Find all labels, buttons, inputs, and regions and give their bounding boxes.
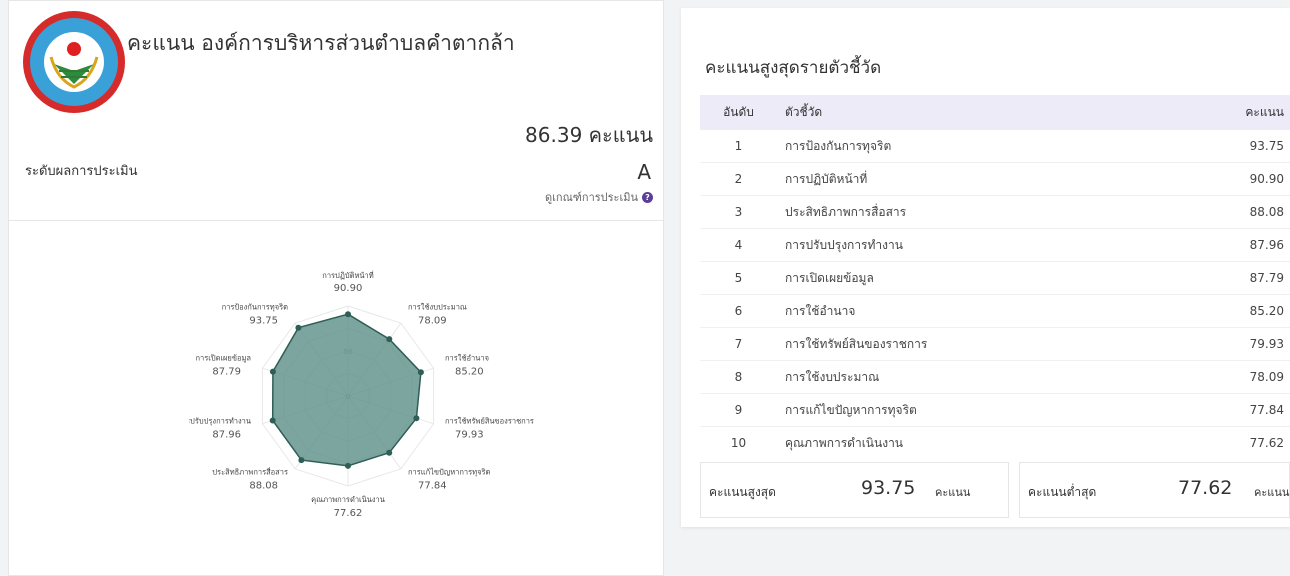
radar-value-label: 87.96 (212, 430, 241, 441)
radar-value-label: 77.62 (334, 508, 363, 519)
score-cell: 87.96 (1249, 238, 1284, 252)
table-header: อันดับ ตัวชี้วัด คะแนน (700, 95, 1290, 130)
ranking-card: คะแนนสูงสุดรายตัวชี้วัด อันดับ ตัวชี้วัด… (681, 8, 1290, 527)
page-title: คะแนน องค์การบริหารส่วนตำบลคำตากล้า (127, 31, 515, 55)
rank-cell: 2 (734, 172, 743, 186)
radar-category-label: การแก้ไขปัญหาการทุจริต (408, 468, 491, 477)
rank-cell: 10 (730, 436, 747, 450)
radar-point (345, 311, 351, 318)
radar-category-label: การใช้งบประมาณ (408, 303, 467, 312)
rank-cell: 1 (734, 139, 743, 153)
table-row: 7 การใช้ทรัพย์สินของราชการ 79.93 (700, 328, 1290, 361)
table-row: 5 การเปิดเผยข้อมูล 87.79 (700, 262, 1290, 295)
radar-point (298, 457, 305, 464)
radar-category-label: การใช้ทรัพย์สินของราชการ (445, 417, 534, 426)
indicator-cell: การใช้ทรัพย์สินของราชการ (785, 336, 928, 351)
indicator-cell: การใช้งบประมาณ (785, 369, 880, 384)
radar-point (386, 449, 393, 456)
indicator-cell: การเปิดเผยข้อมูล (785, 270, 874, 285)
radar-category-label: การปรับปรุงการทำงาน (189, 417, 251, 426)
ranking-title: คะแนนสูงสุดรายตัวชี้วัด (705, 58, 882, 78)
column-header-score: คะแนน (1245, 105, 1284, 119)
table-row: 10 คุณภาพการดำเนินงาน 77.62 (700, 427, 1290, 460)
indicator-cell: การแก้ไขปัญหาการทุจริต (785, 402, 917, 417)
table-row: 9 การแก้ไขปัญหาการทุจริต 77.84 (700, 394, 1290, 427)
radar-value-label: 87.79 (212, 367, 241, 378)
ranking-table: อันดับ ตัวชี้วัด คะแนน 1 การป้องกันการทุ… (700, 95, 1290, 459)
indicator-cell: การปรับปรุงการทำงาน (785, 237, 903, 252)
rank-cell: 6 (734, 304, 743, 318)
max-score-label: คะแนนสูงสุด (709, 485, 776, 499)
radar-category-label: การปฏิบัติหน้าที่ (322, 270, 373, 280)
table-row: 4 การปรับปรุงการทำงาน 87.96 (700, 229, 1290, 262)
score-cell: 85.20 (1249, 304, 1284, 318)
divider (9, 220, 663, 221)
indicator-cell: การใช้อำนาจ (785, 303, 856, 318)
score-cell: 88.08 (1249, 205, 1284, 219)
indicator-cell: การปฏิบัติหน้าที่ (785, 171, 868, 186)
radar-category-label: การเปิดเผยข้อมูล (196, 354, 252, 363)
radar-category-label: การป้องกันการทุจริต (222, 303, 289, 312)
radar-point (413, 415, 420, 422)
organization-seal-logo (23, 11, 125, 113)
radar-point (295, 324, 302, 331)
score-cell: 87.79 (1249, 271, 1284, 285)
rank-cell: 5 (734, 271, 743, 285)
score-cell: 78.09 (1249, 370, 1284, 384)
radar-point (417, 369, 424, 376)
radar-point (345, 462, 351, 469)
radar-point (269, 368, 276, 375)
max-score-value: 93.75 (861, 477, 916, 499)
radar-value-label: 93.75 (249, 316, 278, 327)
rank-cell: 9 (734, 403, 743, 417)
indicator-cell: ประสิทธิภาพการสื่อสาร (785, 204, 907, 219)
min-score-label: คะแนนต่ำสุด (1028, 485, 1097, 499)
radar-value-label: 90.90 (334, 283, 363, 294)
radar-category-label: คุณภาพการดำเนินงาน (311, 495, 385, 504)
assessment-level-label: ระดับผลการประเมิน (25, 164, 138, 179)
radar-value-label: 77.84 (418, 481, 447, 492)
radar-category-label: การใช้อำนาจ (445, 354, 489, 363)
rank-cell: 7 (734, 337, 743, 351)
column-header-indicator: ตัวชี้วัด (785, 105, 823, 119)
radar-point (386, 336, 393, 343)
min-score-value: 77.62 (1178, 477, 1233, 499)
radar-series-area (271, 313, 422, 467)
column-header-rank: อันดับ (723, 105, 754, 119)
indicator-cell: การป้องกันการทุจริต (785, 138, 892, 153)
total-score: 86.39 คะแนน (525, 123, 653, 147)
table-row: 1 การป้องกันการทุจริต 93.75 (700, 130, 1290, 163)
criteria-link-label: ดูเกณฑ์การประเมิน (545, 191, 638, 204)
radar-point (269, 417, 276, 424)
score-cell: 79.93 (1249, 337, 1284, 351)
table-row: 8 การใช้งบประมาณ 78.09 (700, 361, 1290, 394)
question-circle-icon: ? (642, 191, 653, 203)
score-cell: 90.90 (1249, 172, 1284, 186)
indicator-cell: คุณภาพการดำเนินงาน (785, 435, 904, 450)
radar-category-label: ประสิทธิภาพการสื่อสาร (212, 467, 288, 477)
rank-cell: 8 (734, 370, 743, 384)
score-cell: 77.84 (1249, 403, 1284, 417)
radar-value-label: 79.93 (455, 430, 484, 441)
assessment-grade: A (637, 160, 651, 184)
rank-cell: 3 (734, 205, 743, 219)
rank-cell: 4 (734, 238, 743, 252)
criteria-link[interactable]: ดูเกณฑ์การประเมิน ? (545, 188, 653, 206)
min-score-box: คะแนนต่ำสุด 77.62 คะแนน (1019, 462, 1290, 518)
score-cell: 93.75 (1249, 139, 1284, 153)
overview-card: คะแนน องค์การบริหารส่วนตำบลคำตากล้า 86.3… (8, 0, 664, 576)
min-score-unit: คะแนน (1254, 486, 1290, 499)
radar-value-label: 85.20 (455, 367, 484, 378)
max-score-unit: คะแนน (935, 486, 971, 499)
radar-value-label: 78.09 (418, 316, 447, 327)
table-row: 2 การปฏิบัติหน้าที่ 90.90 (700, 163, 1290, 196)
table-row: 3 ประสิทธิภาพการสื่อสาร 88.08 (700, 196, 1290, 229)
radar-chart: 050การปฏิบัติหน้าที่90.90การใช้งบประมาณ7… (189, 270, 534, 519)
score-cell: 77.62 (1249, 436, 1284, 450)
max-score-box: คะแนนสูงสุด 93.75 คะแนน (700, 462, 1009, 518)
radar-value-label: 88.08 (249, 481, 278, 492)
table-row: 6 การใช้อำนาจ 85.20 (700, 295, 1290, 328)
